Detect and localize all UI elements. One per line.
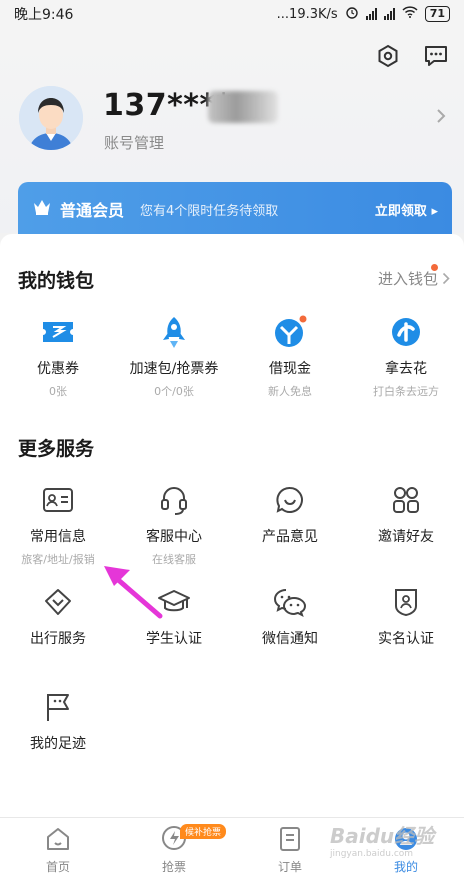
service-wechat-notify[interactable]: 微信通知 bbox=[232, 584, 348, 648]
services-title: 更多服务 bbox=[18, 438, 95, 460]
feedback-icon bbox=[232, 482, 348, 518]
membership-description: 您有4个限时任务待领取 bbox=[140, 203, 279, 219]
redacted-phone-digits bbox=[208, 91, 278, 123]
footprint-flag-icon bbox=[0, 689, 116, 725]
enter-wallet-link[interactable]: 进入钱包 bbox=[378, 268, 450, 289]
alarm-icon bbox=[345, 5, 359, 23]
wallet-item-credit[interactable]: 拿去花 打白条去远方 bbox=[348, 314, 464, 399]
signal-icon bbox=[383, 8, 395, 20]
crown-icon bbox=[32, 198, 52, 220]
invite-friends-icon bbox=[348, 482, 464, 518]
battery-indicator: 71 bbox=[424, 6, 450, 22]
service-invite-friends[interactable]: 邀请好友 bbox=[348, 482, 464, 546]
wifi-icon bbox=[402, 6, 418, 22]
chat-bubble-icon[interactable] bbox=[422, 42, 450, 70]
main-card: 我的钱包 进入钱包 优惠券 0张 加速包/抢票券 0个/0张 借现金 新人免息 … bbox=[0, 234, 464, 817]
wallet-title: 我的钱包 bbox=[18, 270, 95, 292]
wechat-icon bbox=[232, 584, 348, 620]
wallet-item-cash-loan[interactable]: 借现金 新人免息 bbox=[232, 314, 348, 399]
tab-grab-ticket[interactable]: 抢票 候补抢票 bbox=[116, 818, 232, 878]
headset-icon bbox=[116, 482, 232, 518]
chevron-right-icon[interactable] bbox=[436, 108, 446, 128]
wallet-item-coupon[interactable]: 优惠券 0张 bbox=[0, 314, 116, 399]
service-common-info[interactable]: 常用信息 旅客/地址/报销 bbox=[0, 482, 116, 567]
network-speed: ...19.3K/s bbox=[276, 6, 338, 22]
waitlist-badge: 候补抢票 bbox=[180, 824, 227, 839]
status-time: 晚上9:46 bbox=[14, 7, 74, 23]
service-feedback[interactable]: 产品意见 bbox=[232, 482, 348, 546]
home-icon bbox=[0, 818, 116, 852]
status-bar: 晚上9:46 ...19.3K/s 71 bbox=[0, 0, 464, 28]
claim-button[interactable]: 立即领取 ▸ bbox=[375, 200, 438, 219]
membership-level: 普通会员 bbox=[60, 201, 125, 220]
hexagon-settings-icon[interactable] bbox=[374, 42, 402, 70]
id-card-icon bbox=[0, 482, 116, 518]
service-footprint[interactable]: 我的足迹 bbox=[0, 689, 116, 753]
credit-pay-icon bbox=[348, 314, 464, 350]
signal-icon bbox=[365, 8, 377, 20]
watermark: Baidu经验 jingyan.baidu.com bbox=[330, 824, 435, 859]
service-real-name[interactable]: 实名认证 bbox=[348, 584, 464, 648]
account-management-link[interactable]: 账号管理 bbox=[104, 132, 164, 153]
status-indicators: ...19.3K/s 71 bbox=[277, 5, 450, 23]
notification-dot bbox=[431, 264, 438, 271]
rocket-icon bbox=[116, 314, 232, 350]
service-customer-center[interactable]: 客服中心 在线客服 bbox=[116, 482, 232, 567]
wallet-item-boost[interactable]: 加速包/抢票券 0个/0张 bbox=[116, 314, 232, 399]
avatar[interactable] bbox=[19, 86, 83, 150]
real-name-shield-icon bbox=[348, 584, 464, 620]
tab-home[interactable]: 首页 bbox=[0, 818, 116, 878]
annotation-arrow-icon bbox=[104, 566, 163, 619]
cash-loan-icon bbox=[232, 314, 348, 350]
coupon-icon bbox=[0, 314, 116, 350]
membership-banner[interactable]: 普通会员 您有4个限时任务待领取 立即领取 ▸ bbox=[18, 182, 452, 236]
